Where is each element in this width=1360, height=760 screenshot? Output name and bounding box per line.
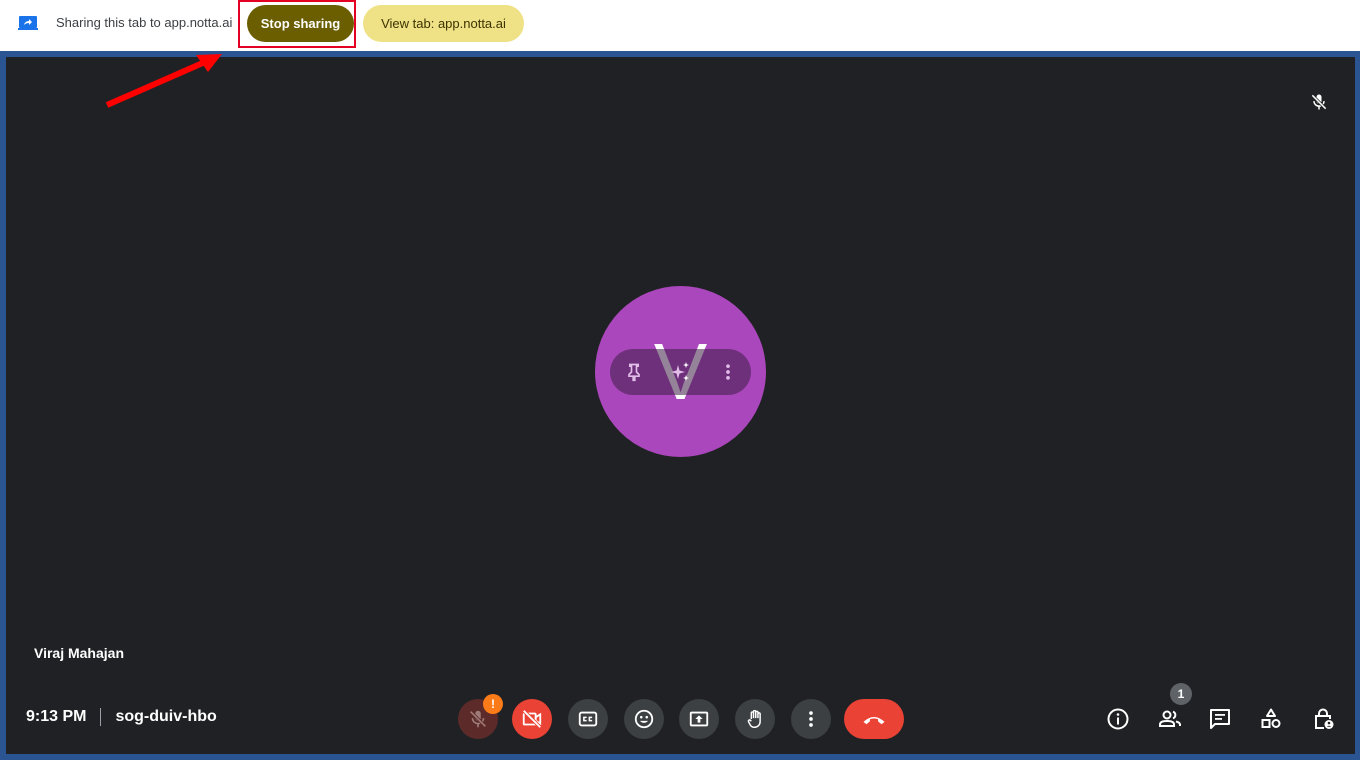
more-vert-icon <box>809 711 813 727</box>
closed-caption-icon <box>578 711 598 727</box>
people-icon <box>1159 710 1181 727</box>
meeting-code: sog-duiv-hbo <box>115 708 217 725</box>
host-controls-button[interactable] <box>1309 705 1337 733</box>
more-vert-icon[interactable] <box>718 362 738 382</box>
videocam-off-icon <box>522 709 542 729</box>
camera-toggle-button[interactable] <box>512 699 552 739</box>
raise-hand-button[interactable] <box>735 699 775 739</box>
sharing-status-text: Sharing this tab to app.notta.ai <box>56 15 233 30</box>
more-options-button[interactable] <box>791 699 831 739</box>
chat-icon <box>1210 709 1230 729</box>
participant-mic-off-icon <box>1311 94 1327 110</box>
tab-sharing-bar: Sharing this tab to app.notta.ai Stop sh… <box>0 0 1360 50</box>
hand-icon <box>747 709 761 728</box>
activities-button[interactable] <box>1257 705 1285 733</box>
participant-name: Viraj Mahajan <box>34 645 125 661</box>
chat-button[interactable] <box>1206 705 1234 733</box>
tile-actions-pill <box>610 349 751 395</box>
lock-person-icon <box>1315 708 1334 729</box>
sparkle-icon[interactable] <box>669 360 693 384</box>
meeting-details-button[interactable] <box>1104 705 1132 733</box>
info-icon <box>1107 708 1129 730</box>
reactions-button[interactable] <box>624 699 664 739</box>
tab-share-icon <box>18 16 38 30</box>
present-now-button[interactable] <box>679 699 719 739</box>
participant-count-badge: 1 <box>1170 683 1192 705</box>
pin-icon[interactable] <box>624 362 644 382</box>
mic-warning-badge[interactable]: ! <box>483 694 503 714</box>
present-screen-icon <box>689 711 709 727</box>
leave-call-button[interactable] <box>844 699 904 739</box>
emoji-icon <box>634 709 654 729</box>
people-button[interactable] <box>1156 705 1184 733</box>
captions-button[interactable] <box>568 699 608 739</box>
stop-sharing-button[interactable]: Stop sharing <box>247 5 354 42</box>
call-end-icon <box>863 716 885 725</box>
meeting-details: 9:13 PM sog-duiv-hbo <box>26 708 217 726</box>
view-tab-button[interactable]: View tab: app.notta.ai <box>363 5 524 42</box>
details-separator <box>100 708 102 726</box>
meeting-stage: V Viraj Mahajan 9:13 PM sog-duiv-hbo <box>6 57 1355 754</box>
meeting-window-frame: V Viraj Mahajan 9:13 PM sog-duiv-hbo <box>0 51 1360 760</box>
activities-icon <box>1261 708 1281 728</box>
meeting-time: 9:13 PM <box>26 708 87 725</box>
